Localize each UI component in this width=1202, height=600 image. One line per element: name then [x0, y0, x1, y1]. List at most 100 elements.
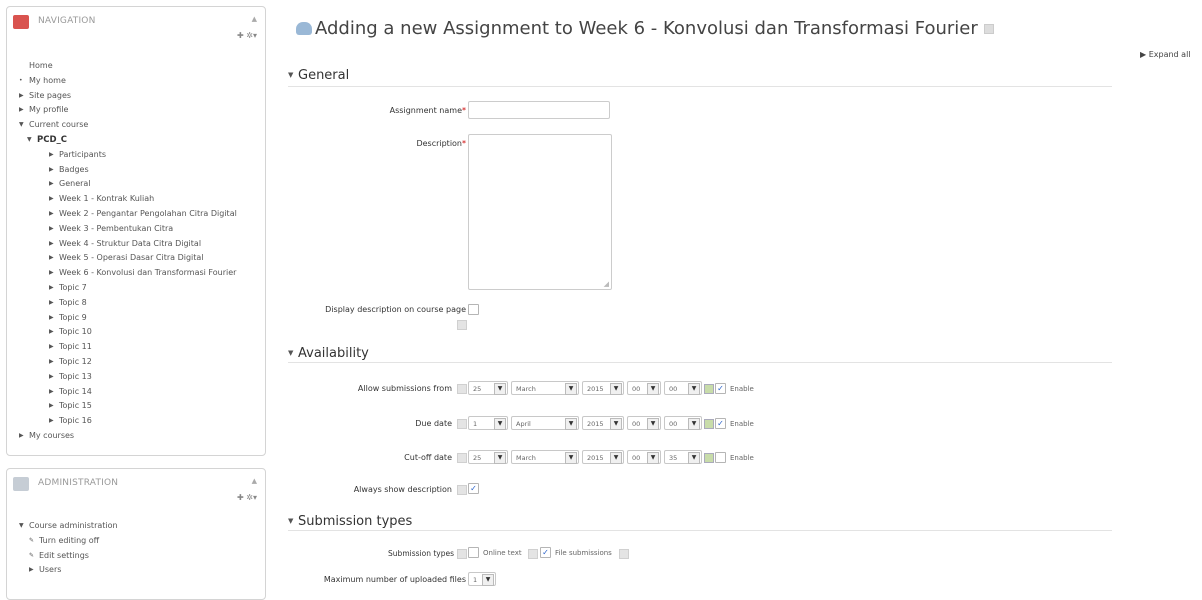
tree-item[interactable]: ▶ Week 5 - Operasi Dasar Citra Digital: [19, 251, 237, 266]
hour-select[interactable]: 00 ▼: [627, 381, 661, 395]
hour-select[interactable]: 00 ▼: [627, 416, 661, 430]
tree-item-label: Topic 14: [59, 386, 92, 396]
tree-item-label: My courses: [29, 430, 75, 440]
tree-item[interactable]: ▶ Participants: [19, 148, 237, 163]
tree-item[interactable]: ▶ Site pages: [19, 89, 237, 104]
assignment-name-input[interactable]: [468, 101, 610, 119]
tree-item[interactable]: ▶ Week 6 - Konvolusi dan Transformasi Fou…: [19, 266, 237, 281]
tree-item[interactable]: ▶ Topic 10: [19, 325, 237, 340]
description-textarea[interactable]: ◢: [468, 134, 612, 290]
tree-item-label: Participants: [59, 149, 106, 159]
tree-item-label: Topic 8: [59, 297, 87, 307]
help-icon[interactable]: [528, 549, 538, 559]
block-controls[interactable]: ✚ ✲▾: [237, 31, 257, 40]
tree-item-label: Turn editing off: [39, 535, 100, 545]
help-icon[interactable]: [619, 549, 629, 559]
tree-item[interactable]: ✎ Turn editing off: [19, 534, 118, 549]
calendar-icon[interactable]: [704, 419, 714, 429]
tree-item[interactable]: • My home: [19, 74, 237, 89]
year-select[interactable]: 2015 ▼: [582, 381, 624, 395]
tree-item[interactable]: ▶ Badges: [19, 163, 237, 178]
tree-item[interactable]: ▶ Topic 8: [19, 296, 237, 311]
minute-select[interactable]: 35 ▼: [664, 450, 702, 464]
help-icon[interactable]: [983, 24, 994, 34]
tree-item[interactable]: ✎ Edit settings: [19, 549, 118, 564]
tree-item[interactable]: ▶ Week 2 - Pengantar Pengolahan Citra Dig…: [19, 207, 237, 222]
expand-arrow-icon: ▶: [49, 224, 54, 232]
month-select[interactable]: April ▼: [511, 416, 579, 430]
tree-item-label: Week 1 - Kontrak Kuliah: [59, 194, 155, 204]
tree-item[interactable]: ▶ Topic 16: [19, 414, 237, 429]
collapse-arrow-icon: ▼: [27, 135, 32, 143]
section-general[interactable]: ▼ General: [288, 64, 1112, 87]
minute-select[interactable]: 00 ▼: [664, 416, 702, 430]
tree-item[interactable]: ▶ Week 1 - Kontrak Kuliah: [19, 192, 237, 207]
tree-item[interactable]: ▶ Topic 15: [19, 399, 237, 414]
expand-arrow-icon: ▶: [49, 239, 54, 247]
help-icon[interactable]: [457, 384, 467, 394]
tree-item[interactable]: ▼ Course administration: [19, 519, 118, 534]
tree-item[interactable]: ▶ Week 3 - Pembentukan Citra: [19, 222, 237, 237]
expand-arrow-icon: ▶: [49, 402, 54, 410]
online-text-checkbox[interactable]: [468, 547, 479, 558]
help-icon[interactable]: [457, 320, 467, 330]
tree-item-label: Topic 9: [59, 312, 87, 322]
tree-item-label: Topic 15: [59, 401, 92, 411]
help-icon[interactable]: [457, 549, 467, 559]
tree-item[interactable]: ▶ Topic 14: [19, 385, 237, 400]
expand-arrow-icon: ▶: [49, 417, 54, 425]
calendar-icon[interactable]: [704, 453, 714, 463]
expand-all-link[interactable]: ▶ Expand all: [1140, 50, 1191, 59]
help-icon[interactable]: [457, 419, 467, 429]
expand-arrow-icon: ▶: [49, 195, 54, 203]
tree-item[interactable]: ▼ PCD_C: [19, 133, 237, 148]
hide-block-icon[interactable]: ▲: [252, 15, 257, 23]
minute-select[interactable]: 00 ▼: [664, 381, 702, 395]
tree-item[interactable]: ▶ My profile: [19, 103, 237, 118]
tree-item[interactable]: ▶ Week 4 - Struktur Data Citra Digital: [19, 237, 237, 252]
tree-item[interactable]: ▶ Topic 13: [19, 370, 237, 385]
tree-item[interactable]: ▶ Topic 7: [19, 281, 237, 296]
administration-header: ADMINISTRATION ▲ ✚ ✲▾: [7, 469, 265, 511]
resize-handle-icon[interactable]: ◢: [604, 280, 609, 288]
enable-checkbox[interactable]: ✓: [715, 383, 726, 394]
max-files-select[interactable]: 1 ▼: [468, 572, 496, 586]
navigation-tree: Home • My home ▶ Site pages ▶ My profile ▼ Curre…: [19, 59, 237, 444]
tree-item[interactable]: ▼ Current course: [19, 118, 237, 133]
month-select[interactable]: March ▼: [511, 450, 579, 464]
hide-block-icon[interactable]: ▲: [252, 477, 257, 485]
day-select[interactable]: 1 ▼: [468, 416, 508, 430]
tree-item-label: Home: [29, 61, 53, 70]
always-show-description-checkbox[interactable]: ✓: [468, 483, 479, 494]
tree-item[interactable]: ▶ My courses: [19, 429, 237, 444]
display-description-checkbox[interactable]: [468, 304, 479, 315]
year-select[interactable]: 2015 ▼: [582, 450, 624, 464]
tree-item-label: PCD_C: [37, 134, 68, 145]
month-select[interactable]: March ▼: [511, 381, 579, 395]
tree-item[interactable]: ▶ General: [19, 177, 237, 192]
tree-item[interactable]: ▶ Topic 12: [19, 355, 237, 370]
section-submission-types[interactable]: ▼ Submission types: [288, 510, 1112, 531]
hour-select[interactable]: 00 ▼: [627, 450, 661, 464]
enable-checkbox[interactable]: ✓: [715, 418, 726, 429]
day-select[interactable]: 25 ▼: [468, 381, 508, 395]
enable-label: Enable: [730, 420, 754, 428]
file-submissions-checkbox[interactable]: ✓: [540, 547, 551, 558]
description-label: Description*: [416, 139, 466, 148]
block-controls[interactable]: ✚ ✲▾: [237, 493, 257, 502]
calendar-icon[interactable]: [704, 384, 714, 394]
always-show-description-label: Always show description: [353, 485, 452, 494]
help-icon[interactable]: [457, 485, 467, 495]
expand-arrow-icon: ▶: [49, 313, 54, 321]
year-select[interactable]: 2015 ▼: [582, 416, 624, 430]
help-icon[interactable]: [457, 453, 467, 463]
tree-item-label: Edit settings: [39, 550, 89, 560]
tree-item[interactable]: Home: [19, 59, 237, 74]
tree-item[interactable]: ▶ Users: [19, 563, 118, 578]
tree-item[interactable]: ▶ Topic 11: [19, 340, 237, 355]
online-text-label: Online text: [483, 549, 522, 557]
day-select[interactable]: 25 ▼: [468, 450, 508, 464]
tree-item[interactable]: ▶ Topic 9: [19, 311, 237, 326]
section-availability[interactable]: ▼ Availability: [288, 342, 1112, 363]
enable-checkbox[interactable]: [715, 452, 726, 463]
